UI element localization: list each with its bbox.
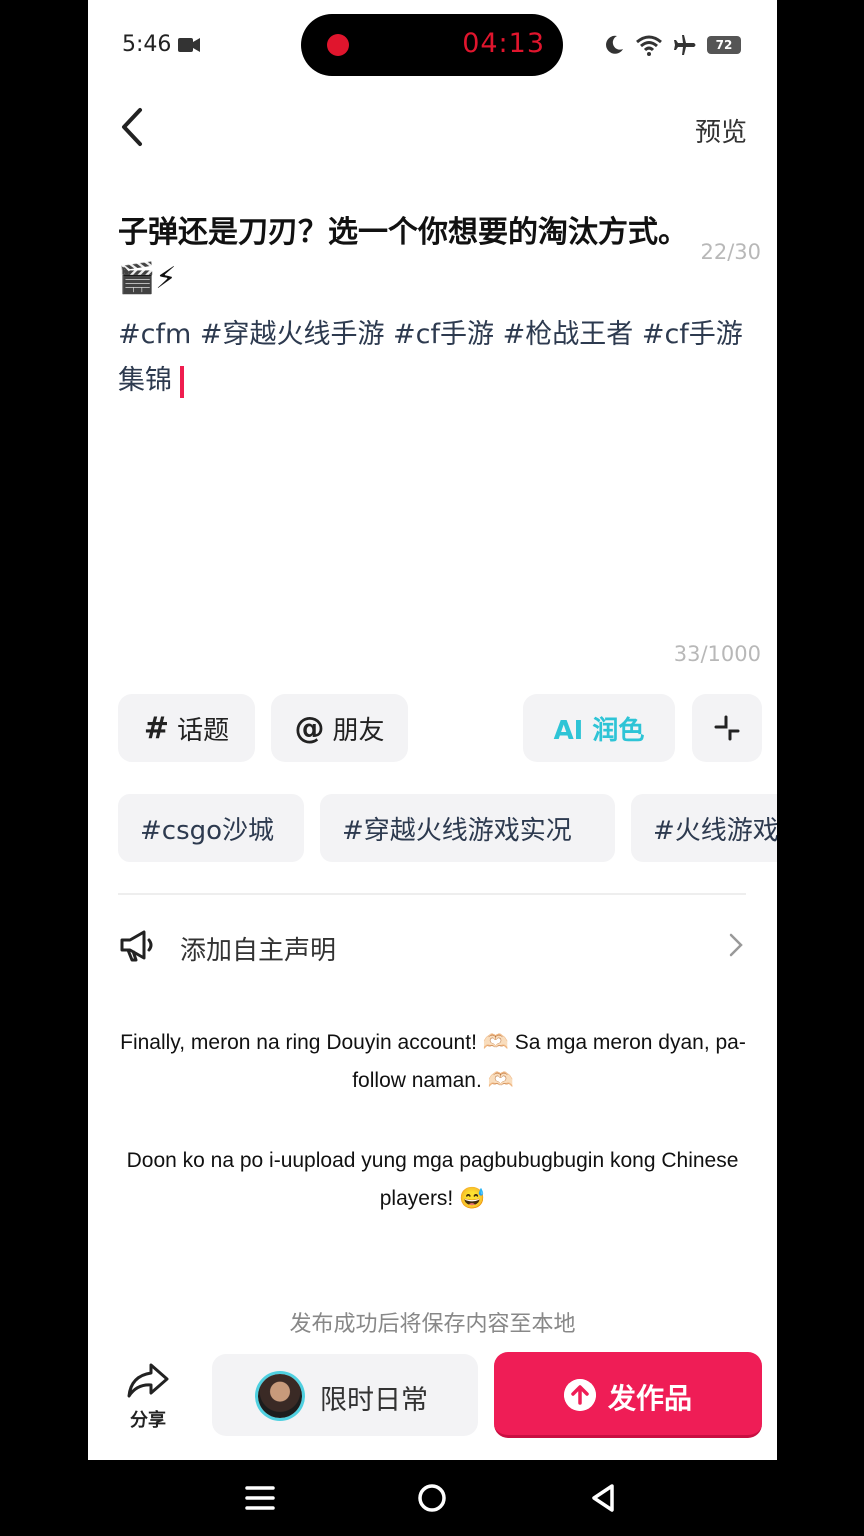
system-nav-bar — [0, 1460, 864, 1536]
back-triangle-icon[interactable] — [584, 1478, 624, 1518]
save-locally-note: 发布成功后将保存内容至本地 — [289, 1312, 576, 1337]
home-circle-icon[interactable] — [412, 1478, 452, 1518]
status-bar: 5:46 04:13 72 — [88, 0, 777, 90]
avatar — [258, 1374, 302, 1418]
moon-icon — [606, 35, 623, 54]
battery-icon: 72 — [707, 36, 741, 54]
upload-arrow-icon — [564, 1379, 596, 1411]
record-dot-icon — [327, 34, 349, 56]
post-title-input[interactable]: 子弹还是刀刃？选一个你想要的淘汰方式。🎬⚡ — [118, 210, 688, 302]
screen: 5:46 04:13 72 预览 子弹还是刀刃？选一个你想要的淘汰方式。🎬⚡ 2… — [88, 0, 777, 1460]
topic-button[interactable]: # 话题 — [118, 694, 255, 762]
divider — [118, 893, 746, 895]
publish-button[interactable]: 发作品 — [494, 1352, 762, 1438]
screen-recorder-pill[interactable]: 04:13 — [301, 14, 563, 76]
hashtag-icon: # — [143, 710, 170, 746]
suggested-tag[interactable]: #火线游戏 — [631, 794, 777, 862]
description-char-count: 33/1000 — [673, 642, 761, 666]
share-arrow-icon — [127, 1363, 169, 1398]
daily-label: 限时日常 — [320, 1385, 428, 1416]
chevron-right-icon — [729, 933, 743, 957]
collapse-button[interactable] — [692, 694, 762, 762]
megaphone-icon — [120, 930, 153, 962]
publish-label: 发作品 — [608, 1382, 693, 1415]
airplane-icon — [674, 35, 696, 55]
suggested-tag[interactable]: #csgo沙城 — [118, 794, 304, 862]
share-label: 分享 — [130, 1410, 166, 1431]
suggested-tag[interactable]: #穿越火线游戏实况 — [320, 794, 615, 862]
declaration-label: 添加自主声明 — [180, 936, 337, 966]
mention-friend-button[interactable]: @ 朋友 — [271, 694, 408, 762]
back-arrow-icon[interactable] — [116, 106, 148, 148]
text-cursor — [180, 365, 184, 398]
preview-button[interactable]: 预览 — [695, 112, 747, 149]
post-description-input[interactable]: #cfm #穿越火线手游 #cf手游 #枪战王者 #cf手游集锦 — [118, 312, 768, 404]
recording-time: 04:13 — [462, 28, 545, 59]
wifi-icon — [636, 35, 662, 56]
video-subtitle: Finally, meron na ring Douyin account! 🫶… — [120, 1031, 746, 1092]
share-button[interactable]: 分享 — [120, 1362, 176, 1432]
hashtag-text: #cfm #穿越火线手游 #cf手游 #枪战王者 #cf手游集锦 — [118, 319, 743, 396]
at-icon: @ — [294, 710, 325, 746]
video-camera-icon — [178, 38, 200, 52]
ai-polish-button[interactable]: AI 润色 — [523, 694, 675, 762]
title-char-count: 22/30 — [700, 240, 761, 264]
status-icons: 72 — [603, 30, 741, 60]
topic-label: 话题 — [177, 715, 230, 746]
friend-label: 朋友 — [332, 715, 385, 746]
collapse-icon — [714, 715, 740, 741]
limited-daily-button[interactable]: 限时日常 — [212, 1354, 478, 1436]
ai-polish-label: AI 润色 — [553, 715, 645, 746]
add-declaration-row[interactable]: 添加自主声明 — [118, 918, 748, 978]
video-subtitle: Doon ko na po i-uupload yung mga pagbubu… — [88, 1142, 777, 1218]
menu-icon[interactable] — [240, 1478, 280, 1518]
clock: 5:46 — [122, 32, 172, 57]
